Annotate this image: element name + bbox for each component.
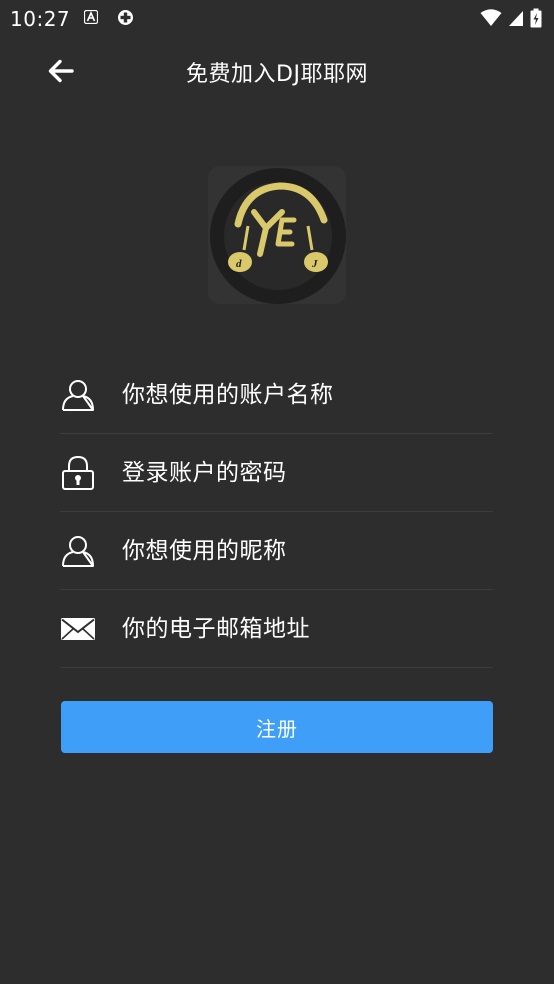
- app-logo: d J: [208, 166, 346, 304]
- password-row: [60, 434, 493, 512]
- nickname-input[interactable]: [122, 537, 493, 564]
- svg-text:d: d: [236, 258, 242, 270]
- dj-yeye-logo-icon: d J: [210, 168, 346, 304]
- register-form: [60, 356, 493, 668]
- app-header: 免费加入DJ耶耶网: [0, 40, 554, 102]
- cell-signal-icon: [509, 11, 523, 26]
- envelope-icon: [61, 617, 95, 640]
- lock-icon: [62, 455, 94, 490]
- email-input[interactable]: [122, 615, 493, 642]
- status-bar: 10:27: [0, 0, 554, 38]
- user-icon: [62, 535, 94, 567]
- username-row: [60, 356, 493, 434]
- password-input[interactable]: [122, 459, 493, 486]
- battery-icon: [530, 8, 542, 28]
- email-row: [60, 590, 493, 668]
- user-icon: [62, 379, 94, 411]
- game-controller-icon: [118, 10, 133, 25]
- page-title: 免费加入DJ耶耶网: [186, 62, 368, 87]
- status-right: [480, 8, 542, 28]
- wifi-icon: [480, 9, 502, 26]
- notification-a-icon: [84, 10, 98, 24]
- username-input[interactable]: [122, 381, 493, 408]
- nickname-row: [60, 512, 493, 590]
- status-time: 10:27: [10, 7, 71, 31]
- svg-text:J: J: [311, 258, 318, 270]
- register-button[interactable]: 注册: [61, 701, 493, 753]
